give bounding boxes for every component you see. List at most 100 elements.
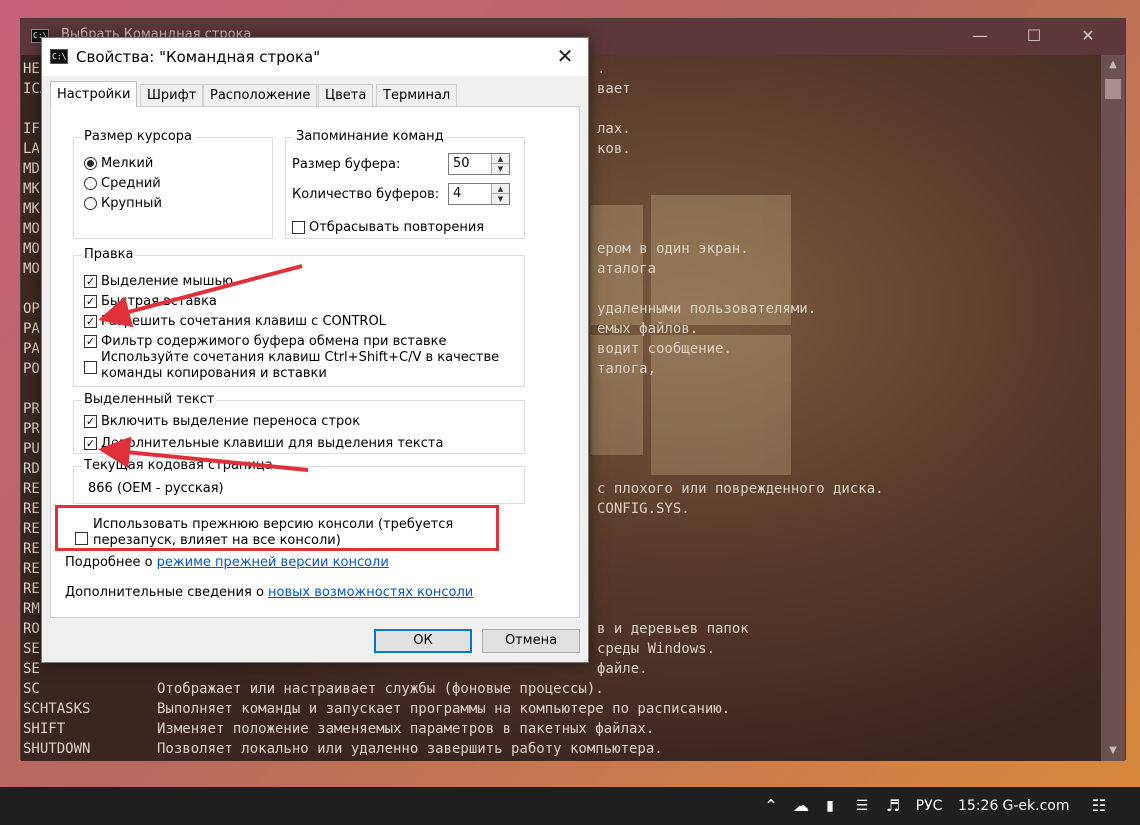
ctrl-shift-cv-checkbox[interactable] bbox=[84, 358, 101, 376]
console-command: MK bbox=[23, 181, 40, 197]
console-visible-tail: среды Windows. bbox=[597, 641, 716, 657]
console-command: RE bbox=[23, 541, 40, 557]
group-title: Правка bbox=[82, 247, 136, 263]
checkbox[interactable]: ✓ bbox=[84, 334, 97, 348]
quick-paste-checkbox[interactable]: ✓ Быстрая вставка bbox=[84, 292, 217, 310]
radio-button[interactable] bbox=[84, 196, 97, 210]
checkbox[interactable] bbox=[84, 360, 97, 374]
scroll-up-icon[interactable]: ▲ bbox=[1101, 55, 1125, 75]
close-icon[interactable]: ✕ bbox=[542, 38, 588, 76]
legacy-more-info: Подробнее о режиме прежней версии консол… bbox=[65, 555, 389, 570]
cancel-button[interactable]: Отмена bbox=[482, 629, 580, 653]
extended-edit-keys-checkbox[interactable]: ✓ Дополнительные клавиши для выделения т… bbox=[84, 434, 443, 452]
spin-down-icon[interactable]: ▼ bbox=[491, 194, 509, 204]
checkbox-label: Быстрая вставка bbox=[101, 293, 217, 309]
checkbox[interactable]: ✓ bbox=[84, 414, 97, 428]
console-visible-tail: емых файлов. bbox=[597, 321, 699, 337]
group-title: Размер курсора bbox=[82, 129, 195, 145]
minimize-icon[interactable]: — bbox=[957, 19, 1003, 55]
language-indicator[interactable]: РУС bbox=[912, 787, 946, 825]
spin-up-icon[interactable]: ▲ bbox=[491, 154, 509, 164]
console-visible-tail: талога, bbox=[597, 361, 657, 377]
console-command: MO bbox=[23, 221, 40, 237]
console-line: SHIFT Изменяет положение заменяемых парам… bbox=[21, 719, 1101, 739]
highlight-box bbox=[55, 505, 499, 551]
console-command: RE bbox=[23, 521, 40, 537]
onedrive-icon[interactable]: ☁ bbox=[788, 787, 814, 825]
line-wrap-selection-checkbox[interactable]: ✓ Включить выделение переноса строк bbox=[84, 412, 360, 430]
cursor-size-group: Размер курсора Мелкий Средний Крупный bbox=[73, 129, 273, 239]
console-command: RE bbox=[23, 501, 40, 517]
notifications-icon[interactable]: ☷ bbox=[1086, 787, 1112, 825]
maximize-icon[interactable]: ☐ bbox=[1011, 19, 1057, 55]
checkbox[interactable]: ✓ bbox=[84, 294, 97, 308]
spin-up-icon[interactable]: ▲ bbox=[491, 184, 509, 194]
tab-colors[interactable]: Цвета bbox=[318, 84, 374, 106]
quick-edit-mouse-checkbox[interactable]: ✓ Выделение мышью bbox=[84, 272, 233, 290]
filter-clipboard-checkbox[interactable]: ✓ Фильтр содержимого буфера обмена при в… bbox=[84, 332, 446, 350]
console-command: SHUTDOWN bbox=[23, 741, 91, 757]
new-features-link[interactable]: новых возможностях консоли bbox=[268, 585, 473, 600]
checkbox[interactable]: ✓ bbox=[84, 314, 97, 328]
tab-terminal[interactable]: Терминал bbox=[376, 84, 458, 106]
close-icon[interactable]: ✕ bbox=[1065, 19, 1111, 55]
console-command: LA bbox=[23, 141, 40, 157]
checkbox[interactable]: ✓ bbox=[84, 436, 97, 450]
dialog-title: Свойства: "Командная строка" bbox=[76, 48, 321, 66]
console-command: RE bbox=[23, 481, 40, 497]
console-visible-tail: удаленными пользователями. bbox=[597, 301, 817, 317]
discard-duplicates-checkbox[interactable]: Отбрасывать повторения bbox=[292, 218, 484, 236]
radio-large[interactable]: Крупный bbox=[84, 194, 162, 212]
console-visible-tail: аталога bbox=[597, 261, 657, 277]
group-title: Выделенный текст bbox=[82, 392, 217, 408]
radio-button[interactable] bbox=[84, 156, 97, 170]
console-command: RE bbox=[23, 561, 40, 577]
checkbox-label: Отбрасывать повторения bbox=[309, 219, 485, 235]
tab-font[interactable]: Шрифт bbox=[140, 84, 204, 106]
properties-dialog: C:\ Свойства: "Командная строка" ✕ Настр… bbox=[41, 37, 589, 663]
console-command: OP bbox=[23, 301, 40, 317]
dialog-titlebar[interactable]: C:\ Свойства: "Командная строка" ✕ bbox=[42, 38, 588, 76]
radio-medium[interactable]: Средний bbox=[84, 174, 161, 192]
radio-button[interactable] bbox=[84, 176, 97, 190]
console-command: SC bbox=[23, 681, 40, 697]
console-line: SCHTASKS Выполняет команды и запускает пр… bbox=[21, 699, 1101, 719]
radio-label: Крупный bbox=[101, 195, 162, 211]
battery-icon[interactable]: ▮ bbox=[818, 787, 842, 825]
checkbox-label: Разрешить сочетания клавиш с CONTROL bbox=[101, 313, 386, 329]
buffer-size-stepper[interactable]: 50 ▲ ▼ bbox=[448, 153, 510, 175]
tab-layout[interactable]: Расположение bbox=[203, 84, 318, 106]
volume-icon[interactable]: ♬ bbox=[880, 787, 906, 825]
wifi-icon[interactable]: ☰ bbox=[850, 787, 874, 825]
checkbox[interactable] bbox=[292, 220, 305, 234]
buffer-count-stepper[interactable]: 4 ▲ ▼ bbox=[448, 183, 510, 205]
ctrl-keys-checkbox[interactable]: ✓ Разрешить сочетания клавиш с CONTROL bbox=[84, 312, 386, 330]
clock-time[interactable]: 15:26 bbox=[958, 787, 998, 825]
console-visible-tail: ером в один экран. bbox=[597, 241, 749, 257]
spin-down-icon[interactable]: ▼ bbox=[491, 164, 509, 174]
console-line: SORT Сортирует ввод. bbox=[21, 759, 1101, 761]
scroll-thumb[interactable] bbox=[1105, 79, 1121, 99]
console-description: Выполняет команды и запускает программы … bbox=[157, 701, 731, 717]
checkbox-label: Включить выделение переноса строк bbox=[101, 413, 361, 429]
console-visible-tail: в и деревьев папок bbox=[597, 621, 749, 637]
console-description: Отображает или настраивает службы (фонов… bbox=[157, 681, 604, 697]
radio-small[interactable]: Мелкий bbox=[84, 154, 153, 172]
checkbox[interactable]: ✓ bbox=[84, 274, 97, 288]
scroll-down-icon[interactable]: ▼ bbox=[1101, 741, 1125, 761]
tab-settings[interactable]: Настройки bbox=[50, 81, 138, 107]
console-command: MO bbox=[23, 261, 40, 277]
console-visible-tail: вает bbox=[597, 81, 631, 97]
checkbox-label: Фильтр содержимого буфера обмена при вст… bbox=[101, 333, 447, 349]
console-description: Позволяет локально или удаленно завершит… bbox=[157, 741, 663, 757]
codepage-group: Текущая кодовая страница 866 (OEM - русс… bbox=[73, 458, 525, 504]
buffer-count-value[interactable]: 4 bbox=[453, 186, 461, 201]
console-command: SHIFT bbox=[23, 721, 66, 737]
taskbar: ⌃ ☁ ▮ ☰ ♬ РУС 15:26 G-ek.com ☷ bbox=[0, 787, 1140, 825]
console-line: SHUTDOWN Позволяет локально или удаленно … bbox=[21, 739, 1101, 759]
chevron-up-icon[interactable]: ⌃ bbox=[760, 787, 782, 825]
legacy-mode-link[interactable]: режиме прежней версии консоли bbox=[157, 555, 389, 570]
buffer-size-value[interactable]: 50 bbox=[453, 156, 470, 171]
ok-button[interactable]: ОК bbox=[374, 629, 472, 653]
console-scrollbar[interactable]: ▲ ▼ bbox=[1101, 55, 1125, 761]
